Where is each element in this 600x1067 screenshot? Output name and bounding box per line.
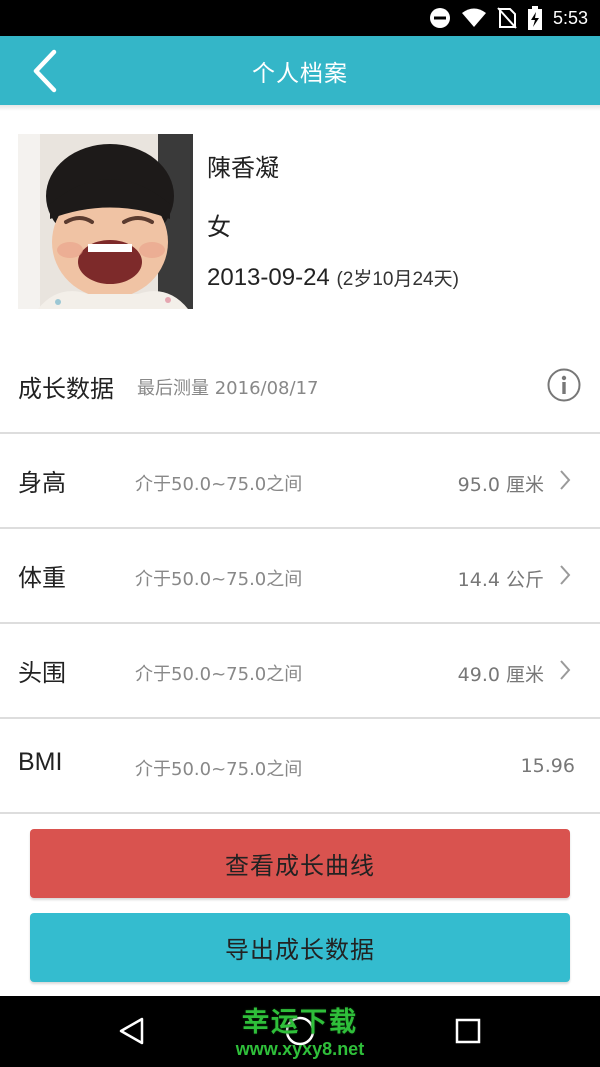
row-height[interactable]: 身高 介于50.0~75.0之间 95.0 厘米: [0, 434, 600, 527]
row-label: 身高: [18, 469, 66, 497]
app-bar: 个人档案: [0, 36, 600, 105]
nav-back-button[interactable]: [114, 1013, 150, 1049]
profile-gender: 女: [207, 213, 231, 241]
row-label: BMI: [18, 748, 63, 776]
status-bar: 5:53: [0, 0, 600, 36]
row-label: 头围: [18, 659, 66, 687]
page-title: 个人档案: [252, 60, 348, 87]
avatar[interactable]: [18, 134, 193, 309]
row-value: 15.96: [520, 755, 575, 777]
age-value: (2岁10月24天): [336, 269, 459, 290]
info-icon: [547, 368, 581, 402]
info-button[interactable]: [547, 368, 581, 402]
birthdate-value: 2013-09-24: [207, 264, 330, 291]
circle-home-icon: [285, 1016, 315, 1046]
nav-recents-button[interactable]: [450, 1013, 486, 1049]
wifi-icon: [461, 7, 487, 29]
row-value: 95.0 厘米: [457, 474, 544, 496]
row-range: 介于50.0~75.0之间: [135, 759, 303, 780]
square-recents-icon: [455, 1018, 481, 1044]
row-bmi: BMI 介于50.0~75.0之间 15.96: [0, 719, 600, 812]
chevron-left-icon: [33, 49, 57, 93]
divider: [0, 812, 600, 814]
battery-charging-icon: [527, 6, 543, 30]
navigation-bar: [0, 996, 600, 1067]
row-weight[interactable]: 体重 介于50.0~75.0之间 14.4 公斤: [0, 529, 600, 622]
status-time: 5:53: [552, 7, 588, 28]
nav-home-button[interactable]: [282, 1013, 318, 1049]
no-sim-icon: [497, 7, 517, 29]
chevron-right-icon: [560, 660, 571, 680]
do-not-disturb-icon: [429, 7, 451, 29]
view-growth-curve-button[interactable]: 查看成长曲线: [30, 829, 570, 898]
profile-birthdate: 2013-09-24 (2岁10月24天): [207, 264, 459, 292]
last-measure-date: 最后测量 2016/08/17: [137, 378, 319, 399]
row-value: 14.4 公斤: [457, 569, 544, 591]
back-button[interactable]: [22, 48, 68, 94]
growth-title: 成长数据: [18, 375, 114, 403]
row-label: 体重: [18, 564, 66, 592]
profile-name: 陳香凝: [207, 154, 279, 182]
row-value: 49.0 厘米: [457, 664, 544, 686]
chevron-right-icon: [560, 565, 571, 585]
row-range: 介于50.0~75.0之间: [135, 474, 303, 495]
growth-header: 成长数据 最后测量 2016/08/17: [0, 340, 600, 433]
row-head-circumference[interactable]: 头围 介于50.0~75.0之间 49.0 厘米: [0, 624, 600, 717]
chevron-right-icon: [560, 470, 571, 490]
triangle-back-icon: [119, 1017, 144, 1045]
row-range: 介于50.0~75.0之间: [135, 569, 303, 590]
row-range: 介于50.0~75.0之间: [135, 664, 303, 685]
export-growth-data-button[interactable]: 导出成长数据: [30, 913, 570, 982]
app-bar-shadow: [0, 105, 600, 111]
